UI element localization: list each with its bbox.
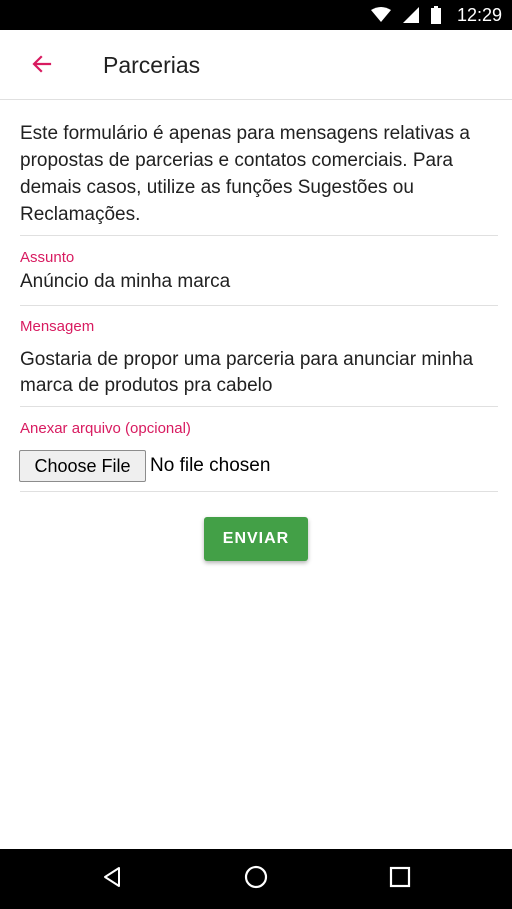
arrow-left-icon xyxy=(30,52,54,81)
file-status: No file chosen xyxy=(150,455,271,476)
back-triangle-icon xyxy=(101,866,123,893)
back-button[interactable] xyxy=(22,46,62,86)
subject-underline xyxy=(20,305,498,306)
home-circle-icon xyxy=(244,865,268,894)
signal-icon xyxy=(402,7,419,23)
nav-bar xyxy=(0,849,512,909)
subject-label: Assunto xyxy=(20,249,75,266)
subject-input[interactable] xyxy=(20,269,500,295)
choose-file-button[interactable]: Choose File xyxy=(19,450,146,482)
attachment-underline xyxy=(20,491,498,492)
submit-button[interactable]: ENVIAR xyxy=(204,517,308,561)
message-label: Mensagem xyxy=(20,318,95,335)
status-time: 12:29 xyxy=(456,4,502,25)
recents-square-icon xyxy=(389,866,411,893)
battery-icon xyxy=(430,6,441,24)
screen: 12:29 Parcerias Este formulário é apenas… xyxy=(0,0,512,909)
divider xyxy=(20,235,498,236)
intro-text: Este formulário é apenas para mensagens … xyxy=(20,123,470,225)
nav-back-button[interactable] xyxy=(92,859,132,899)
nav-home-button[interactable] xyxy=(236,859,276,899)
wifi-icon xyxy=(370,7,391,23)
app-bar: Parcerias xyxy=(0,30,512,100)
status-bar: 12:29 xyxy=(0,0,512,30)
message-underline xyxy=(20,406,498,407)
page-title: Parcerias xyxy=(103,52,201,78)
message-textarea[interactable]: Gostaria de propor uma parceria para anu… xyxy=(20,347,500,401)
nav-recents-button[interactable] xyxy=(380,859,420,899)
attachment-label: Anexar arquivo (opcional) xyxy=(20,420,191,437)
